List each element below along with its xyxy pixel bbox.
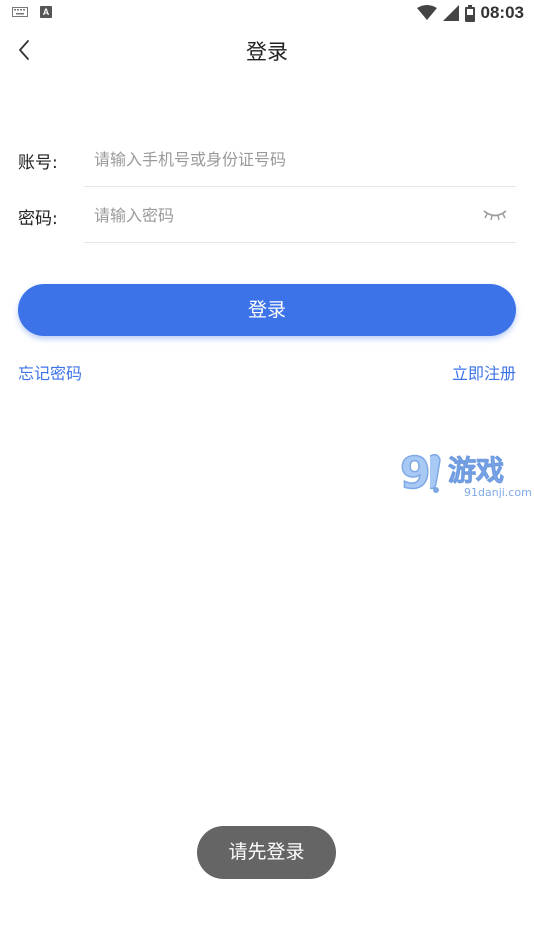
eye-closed-icon[interactable] bbox=[482, 206, 508, 224]
account-row: 账号: bbox=[0, 132, 534, 188]
watermark-domain: 91danji.com bbox=[464, 486, 532, 499]
password-label: 密码: bbox=[18, 209, 58, 229]
status-bar: A 08:03 bbox=[0, 0, 534, 26]
battery-icon bbox=[464, 4, 475, 22]
wifi-icon bbox=[416, 5, 437, 20]
nav-bar: 登录 bbox=[0, 26, 534, 78]
a-notification-icon: A bbox=[40, 6, 52, 18]
watermark-logo-main: 9 bbox=[400, 448, 431, 499]
password-input[interactable] bbox=[84, 188, 516, 243]
watermark-logo-text: 游戏 bbox=[448, 454, 504, 487]
account-input[interactable] bbox=[84, 132, 516, 187]
status-time: 08:03 bbox=[480, 3, 524, 22]
watermark-logo: 9 游戏 91danji.com bbox=[399, 447, 532, 500]
login-button[interactable]: 登录 bbox=[18, 284, 516, 336]
account-label: 账号: bbox=[18, 153, 58, 173]
page-title: 登录 bbox=[246, 40, 288, 64]
forgot-password-link[interactable]: 忘记密码 bbox=[18, 360, 82, 384]
status-left: A bbox=[12, 6, 52, 18]
status-right: 08:03 bbox=[416, 3, 524, 23]
signal-icon bbox=[442, 5, 459, 21]
toast-message: 请先登录 bbox=[197, 826, 336, 879]
password-row: 密码: bbox=[0, 188, 534, 244]
register-link[interactable]: 立即注册 bbox=[452, 360, 516, 384]
keyboard-icon bbox=[12, 7, 28, 17]
